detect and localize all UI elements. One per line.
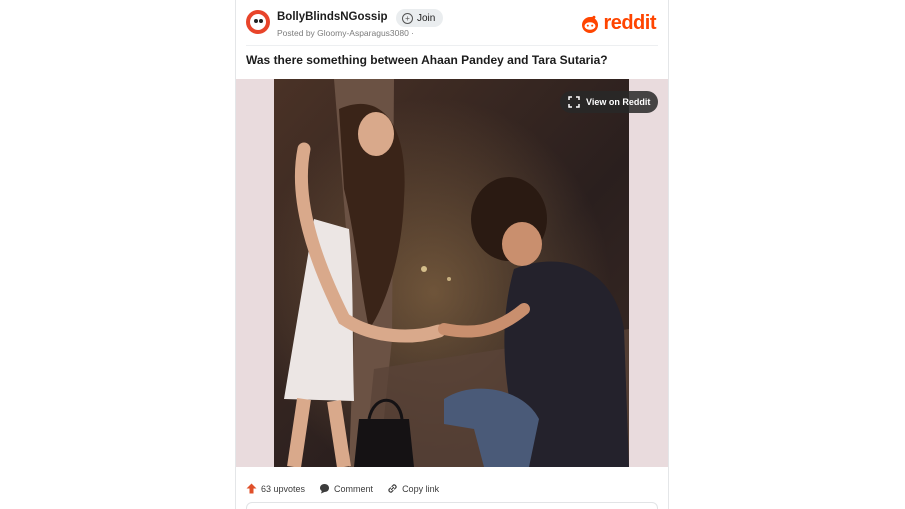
comment-button[interactable]: Comment: [319, 483, 373, 494]
join-label: Join: [417, 12, 436, 24]
comment-box[interactable]: [246, 502, 658, 509]
copy-link-button[interactable]: Copy link: [387, 483, 439, 494]
view-on-reddit-label: View on Reddit: [586, 97, 651, 107]
join-plus-icon: +: [402, 12, 413, 24]
expand-icon: [568, 96, 580, 108]
comment-icon: [320, 484, 330, 494]
header-divider: [246, 45, 658, 46]
link-icon: [388, 484, 397, 493]
upvote-icon: [246, 483, 257, 494]
post-media[interactable]: View on Reddit: [236, 79, 668, 467]
join-button[interactable]: + Join: [396, 9, 444, 27]
post-actions: 63 upvotes Comment Copy link: [246, 483, 439, 494]
posted-by[interactable]: Posted by Gloomy-Asparagus3080 ·: [277, 28, 414, 38]
subreddit-name[interactable]: BollyBlindsNGossip: [277, 11, 388, 23]
view-on-reddit-button[interactable]: View on Reddit: [560, 91, 659, 113]
comment-label: Comment: [334, 483, 374, 494]
reddit-embed-card: BollyBlindsNGossip + Join Posted by Gloo…: [235, 0, 669, 509]
reddit-wordmark: reddit: [603, 12, 656, 34]
copy-link-label: Copy link: [402, 483, 440, 494]
reddit-brand[interactable]: reddit: [580, 12, 656, 35]
subreddit-avatar[interactable]: [246, 10, 270, 34]
post-header: BollyBlindsNGossip + Join Posted by Gloo…: [246, 8, 658, 40]
reddit-logo-icon: [582, 15, 599, 33]
upvote-button[interactable]: 63 upvotes: [246, 483, 305, 494]
post-photo: [274, 79, 629, 467]
upvote-count: 63 upvotes: [261, 483, 306, 494]
post-title[interactable]: Was there something between Ahaan Pandey…: [246, 53, 658, 67]
